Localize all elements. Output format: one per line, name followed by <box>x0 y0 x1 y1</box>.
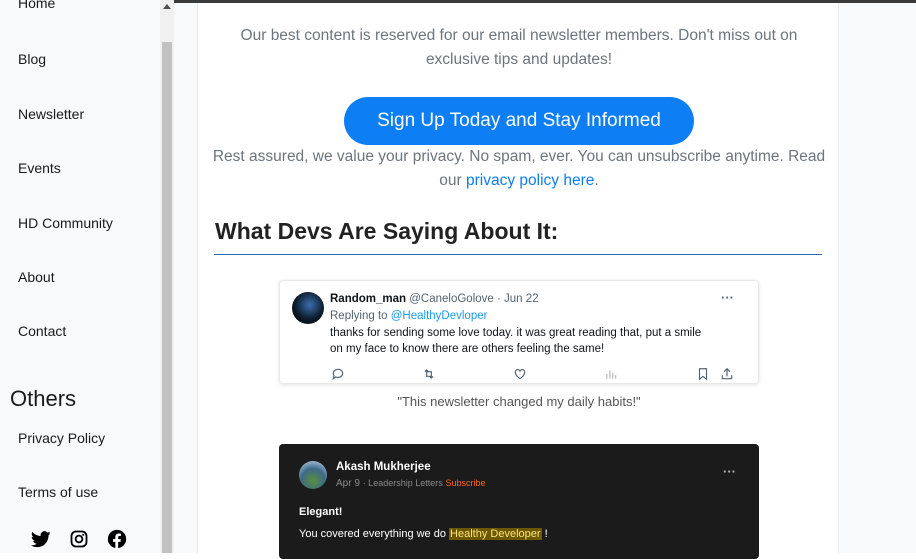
comment-body-end: ! <box>544 528 548 540</box>
sidebar-item-blog[interactable]: Blog <box>18 51 46 67</box>
sidebar-item-privacy-policy[interactable]: Privacy Policy <box>18 430 105 446</box>
like-icon[interactable] <box>513 367 527 381</box>
comment-meta: Apr 9 · Leadership Letters Subscribe <box>336 478 486 489</box>
intro-text: Our best content is reserved for our ema… <box>240 27 798 68</box>
sidebar-item-events[interactable]: Events <box>18 160 61 176</box>
tweet-replying: Replying to @HealthyDevloper <box>330 310 487 322</box>
sidebar-item-terms-of-use[interactable]: Terms of use <box>18 484 98 500</box>
more-options-icon[interactable]: ··· <box>721 290 734 305</box>
tweet-header: Random_man @CaneloGolove · Jun 22 <box>330 293 539 305</box>
heading-divider <box>214 254 822 255</box>
subscribe-link[interactable]: Subscribe <box>446 478 486 488</box>
tweet-body-line-2: on my face to know there are others feel… <box>330 343 605 355</box>
replying-to-link[interactable]: @HealthyDevloper <box>391 310 488 322</box>
scroll-up-arrow-icon[interactable] <box>163 4 171 9</box>
avatar <box>299 461 327 489</box>
tweet-author-handle: @CaneloGolove <box>409 293 494 305</box>
sidebar-scrollbar[interactable] <box>160 0 174 553</box>
sidebar: Home Blog Newsletter Events HD Community… <box>0 0 160 553</box>
tweet-body-line-1: thanks for sending some love today. it w… <box>330 327 702 339</box>
scrollbar-thumb[interactable] <box>162 42 172 553</box>
sidebar-item-newsletter[interactable]: Newsletter <box>18 106 84 122</box>
replying-prefix: Replying to <box>330 310 388 322</box>
facebook-icon[interactable] <box>106 528 128 550</box>
signup-button[interactable]: Sign Up Today and Stay Informed <box>344 97 694 145</box>
sidebar-item-contact[interactable]: Contact <box>18 323 66 339</box>
tweet-author-name: Random_man <box>330 293 407 305</box>
comment-author-name: Akash Mukherjee <box>336 461 431 473</box>
comment-publication: · Leadership Letters <box>362 478 443 488</box>
testimonials-heading: What Devs Are Saying About It: <box>215 218 559 244</box>
privacy-note-end: . <box>594 172 599 189</box>
avatar <box>292 292 324 324</box>
instagram-icon[interactable] <box>68 528 90 550</box>
comment-body: You covered everything we do Healthy Dev… <box>299 528 548 540</box>
tweet-date: · Jun 22 <box>497 293 539 305</box>
comment-date: Apr 9 <box>336 478 360 489</box>
tweet-card[interactable]: Random_man @CaneloGolove · Jun 22 ··· Re… <box>279 280 759 384</box>
privacy-note: Rest assured, we value your privacy. No … <box>208 145 830 193</box>
others-heading: Others <box>10 386 77 411</box>
privacy-policy-link[interactable]: privacy policy here <box>466 172 594 189</box>
share-icon[interactable] <box>720 367 734 381</box>
comment-body-text: You covered everything we do <box>299 528 446 540</box>
comment-title: Elegant! <box>299 506 343 518</box>
more-options-icon[interactable]: ··· <box>723 464 736 479</box>
comment-highlight: Healthy Developer <box>449 528 542 540</box>
retweet-icon[interactable] <box>422 367 436 381</box>
bookmark-icon[interactable] <box>696 367 710 381</box>
sidebar-item-home[interactable]: Home <box>18 0 55 11</box>
reply-icon[interactable] <box>331 367 345 381</box>
twitter-icon[interactable] <box>30 528 52 550</box>
sidebar-item-about[interactable]: About <box>18 269 55 285</box>
sidebar-item-hd-community[interactable]: HD Community <box>18 215 113 231</box>
analytics-icon[interactable] <box>604 367 618 381</box>
testimonial-caption: "This newsletter changed my daily habits… <box>397 394 641 409</box>
newsletter-content: Our best content is reserved for our ema… <box>197 3 839 559</box>
comment-card[interactable]: Akash Mukherjee Apr 9 · Leadership Lette… <box>279 444 759 559</box>
